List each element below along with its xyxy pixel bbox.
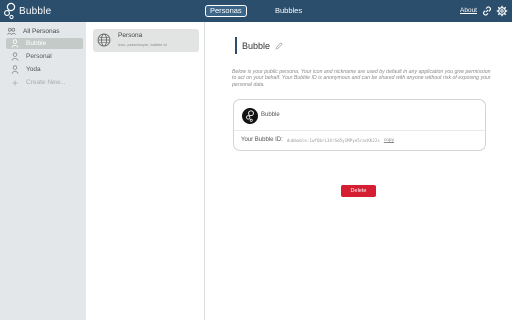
people-icon [7,27,16,36]
persona-title-bar: Bubble [235,37,283,54]
avatar [242,108,258,124]
sidebar-item-all-personas[interactable]: All Personas [3,26,80,37]
delete-button[interactable]: Delete [341,185,376,197]
persona-card[interactable]: Persona icon, pseudonym, bubble id [93,29,199,52]
persona-list-panel: Persona icon, pseudonym, bubble id [86,22,205,320]
link-icon[interactable] [481,5,493,17]
app-logo[interactable]: Bubble [3,2,51,20]
persona-card-detail: Bubble Your Bubble ID: dubbuble:1wfQbrL3… [233,99,486,151]
bubble-id-value: dubbuble:1wfQbrL3XrSd5y1MPye5racKKJ2s [286,137,380,143]
persona-name: Bubble [261,112,280,118]
sidebar-item-label: Create New... [26,79,66,86]
bubble-id-row: Your Bubble ID: dubbuble:1wfQbrL3XrSd5y1… [241,137,394,143]
sidebar-item-create-new[interactable]: Create New... [6,77,83,88]
sidebar-item-bubble[interactable]: Bubble [6,38,83,49]
pencil-icon[interactable] [275,41,283,50]
gear-icon[interactable] [496,5,508,17]
app-name: Bubble [19,5,52,17]
persona-card-subtitle: icon, pseudonym, bubble id [118,42,167,47]
user-icon [10,39,19,48]
sidebar-item-label: Personal [26,53,52,60]
sidebar: All Personas Bubble Personal Yoda Create… [0,22,86,320]
sidebar-item-label: Bubble [26,40,47,47]
top-header: Bubble Personas Bubbles About [0,0,512,22]
divider [234,130,485,131]
copy-id-link[interactable]: copy [384,138,394,143]
user-icon [10,65,19,74]
globe-icon [97,33,111,47]
persona-description: Below is your public persona. Your icon … [232,69,491,88]
persona-detail: Bubble Below is your public persona. You… [205,22,512,320]
tab-bubbles[interactable]: Bubbles [275,5,302,17]
user-icon [10,52,19,61]
tab-personas[interactable]: Personas [205,5,247,17]
about-link[interactable]: About [460,7,477,14]
sidebar-item-label: Yoda [26,66,41,73]
bubble-id-label: Your Bubble ID: [241,137,283,143]
sidebar-item-label: All Personas [23,28,60,35]
plus-icon [10,78,19,87]
sidebar-item-personal[interactable]: Personal [6,51,83,62]
sidebar-item-yoda[interactable]: Yoda [6,64,83,75]
bubble-avatar-icon [246,110,254,122]
bubble-logo-icon [4,2,16,20]
persona-card-title: Persona [118,32,143,39]
page-title: Bubble [242,40,271,51]
